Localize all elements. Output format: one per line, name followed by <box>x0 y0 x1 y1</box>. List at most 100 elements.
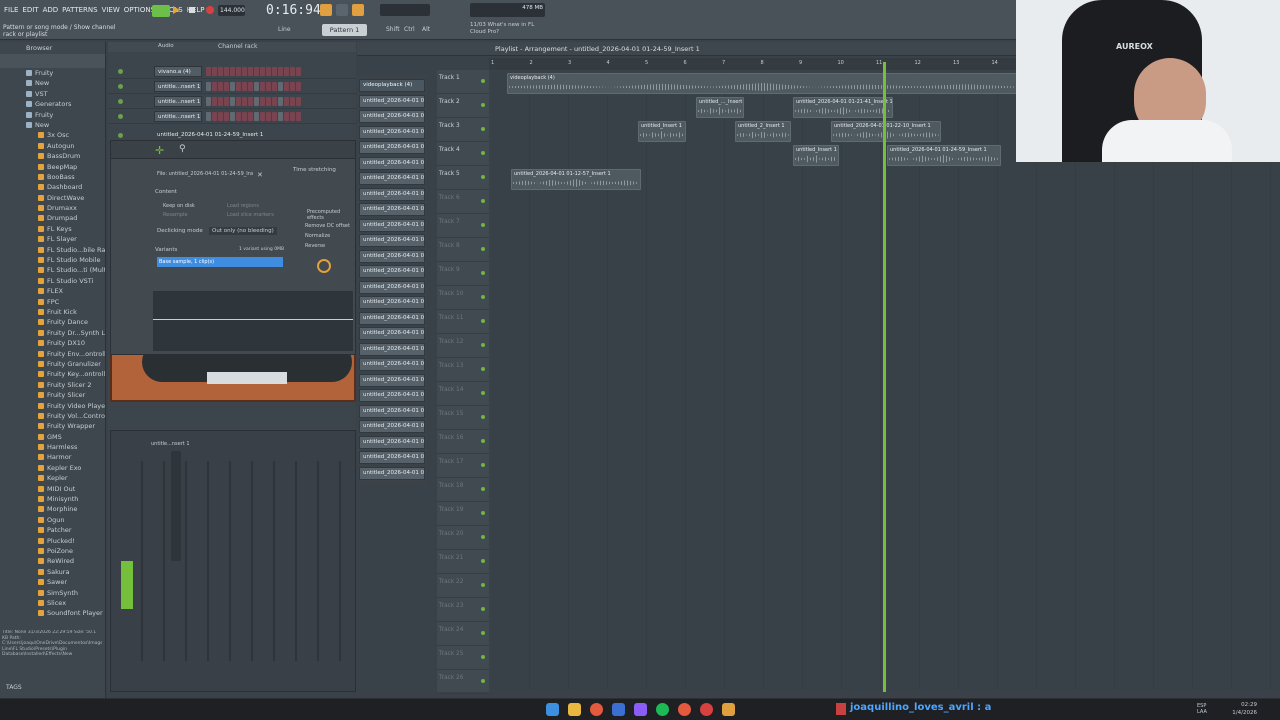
browser-plugin-item[interactable]: Fruity Slicer <box>0 390 105 400</box>
step-button[interactable] <box>290 112 295 121</box>
pattern-item[interactable]: untitled_2026-04-01 00- <box>359 141 425 154</box>
step-button[interactable] <box>224 67 229 76</box>
track-mute-led[interactable] <box>481 343 485 347</box>
browser-plugin-item[interactable]: Plucked! <box>0 536 105 546</box>
channel-name-button[interactable]: untitle...nsert 1 <box>154 96 202 107</box>
step-sequencer[interactable] <box>206 97 301 106</box>
step-button[interactable] <box>254 82 259 91</box>
pattern-item[interactable]: untitled_2026-04-01 01- <box>359 296 425 309</box>
step-button[interactable] <box>254 67 259 76</box>
discord-icon[interactable] <box>634 703 647 716</box>
step-sequencer[interactable] <box>206 82 301 91</box>
step-button[interactable] <box>284 97 289 106</box>
step-button[interactable] <box>230 112 235 121</box>
step-button[interactable] <box>272 67 277 76</box>
step-button[interactable] <box>242 112 247 121</box>
menu-edit[interactable]: EDIT <box>22 6 38 14</box>
step-button[interactable] <box>254 112 259 121</box>
browser-plugin-item[interactable]: Drumpad <box>0 213 105 223</box>
playhead-marker[interactable] <box>883 62 886 692</box>
pattern-item[interactable]: untitled_2026-04-01 01- <box>359 187 425 201</box>
news-panel[interactable]: 11/03 What's new in FL Cloud Pro? <box>470 22 540 36</box>
audio-clip[interactable]: untitled_2026-04-01 01-22-10_Insert 1 <box>831 121 941 142</box>
track-header[interactable]: Track 5 <box>437 166 489 190</box>
step-button[interactable] <box>206 82 211 91</box>
step-button[interactable] <box>206 97 211 106</box>
track-mute-led[interactable] <box>481 175 485 179</box>
browser-plugin-item[interactable]: BooBass <box>0 172 105 182</box>
step-button[interactable] <box>278 82 283 91</box>
track-mute-led[interactable] <box>481 583 485 587</box>
mixer-track-fader[interactable] <box>185 461 187 661</box>
remove-dc-option[interactable]: Remove DC offset <box>305 223 350 229</box>
browser-plugin-item[interactable]: Autogun <box>0 141 105 151</box>
track-mute-led[interactable] <box>481 487 485 491</box>
pattern-item[interactable]: untitled_2026-04-01 01- <box>359 404 425 418</box>
metronome-icon[interactable] <box>320 4 332 16</box>
track-mute-led[interactable] <box>481 199 485 203</box>
step-button[interactable] <box>260 67 265 76</box>
track-mute-led[interactable] <box>481 655 485 659</box>
track-header[interactable]: Track 9 <box>437 262 489 286</box>
browser-plugin-item[interactable]: Fruity Key...ontroller <box>0 369 105 379</box>
mixer-track-fader[interactable] <box>339 461 341 661</box>
track-header[interactable]: Track 22 <box>437 574 489 598</box>
mixer-track-fader[interactable] <box>317 461 319 661</box>
reverse-option[interactable]: Reverse <box>305 243 325 249</box>
track-mute-led[interactable] <box>481 679 485 683</box>
browser-plugin-item[interactable]: Ogun <box>0 515 105 525</box>
channel-row[interactable]: untitle...nsert 1 <box>108 94 356 109</box>
step-button[interactable] <box>242 82 247 91</box>
step-button[interactable] <box>218 97 223 106</box>
step-button[interactable] <box>230 82 235 91</box>
windows-start-icon[interactable] <box>546 703 559 716</box>
browser-plugin-item[interactable]: Fruit Kick <box>0 307 105 317</box>
pattern-item[interactable]: untitled_2026-04-01 01- <box>359 311 425 325</box>
step-button[interactable] <box>212 82 217 91</box>
pattern-item[interactable]: untitled_2026-04-01 01- <box>359 420 425 433</box>
clock-date[interactable]: 1/4/2026 <box>1225 710 1257 716</box>
step-button[interactable] <box>254 97 259 106</box>
file-explorer-icon[interactable] <box>568 703 581 716</box>
menu-file[interactable]: FILE <box>4 6 18 14</box>
obs-icon[interactable] <box>700 703 713 716</box>
browser-plugin-item[interactable]: ReWired <box>0 556 105 566</box>
browser-plugin-item[interactable]: Fruity Dance <box>0 317 105 327</box>
step-button[interactable] <box>248 112 253 121</box>
step-button[interactable] <box>218 112 223 121</box>
close-icon[interactable]: ✕ <box>257 171 263 179</box>
pattern-item[interactable]: untitled_2026-04-01 01- <box>359 218 425 232</box>
track-header[interactable]: Track 18 <box>437 478 489 502</box>
browser-plugin-item[interactable]: Fruity Video Player <box>0 401 105 411</box>
step-button[interactable] <box>236 67 241 76</box>
browser-plugin-item[interactable]: GMS <box>0 432 105 442</box>
audio-clip[interactable]: untitled_Insert 1 <box>793 145 839 166</box>
track-header[interactable]: Track 10 <box>437 286 489 310</box>
browser-plugin-item[interactable]: Harmless <box>0 442 105 452</box>
track-header[interactable]: Track 21 <box>437 550 489 574</box>
declicking-select[interactable]: Out only (no bleeding) <box>209 227 277 235</box>
track-header[interactable]: Track 7 <box>437 214 489 238</box>
browser-plugin-item[interactable]: 3x Osc <box>0 130 105 140</box>
channel-name-button[interactable]: vivano.a (4) <box>154 66 202 77</box>
pattern-item[interactable]: untitled_2026-04-01 01- <box>359 265 425 278</box>
browser-plugin-item[interactable]: Fruity Dr...Synth Live <box>0 328 105 338</box>
step-button[interactable] <box>242 97 247 106</box>
step-button[interactable] <box>224 97 229 106</box>
browser-plugin-item[interactable]: Fruity DX10 <box>0 338 105 348</box>
browser-folder[interactable]: Fruity <box>0 68 105 78</box>
step-button[interactable] <box>206 112 211 121</box>
track-mute-led[interactable] <box>481 559 485 563</box>
snap-select[interactable]: Line <box>278 26 291 33</box>
step-button[interactable] <box>230 67 235 76</box>
spotify-icon[interactable] <box>656 703 669 716</box>
mixer-track-fader[interactable] <box>295 461 297 661</box>
pattern-item[interactable]: untitled_2026-04-01 01- <box>359 249 425 263</box>
track-mute-led[interactable] <box>481 151 485 155</box>
audio-clip[interactable]: untitled_2026-04-01 01-24-59_Insert 1 <box>887 145 1001 166</box>
menu-add[interactable]: ADD <box>43 6 59 14</box>
channel-name-button[interactable]: untitle...nsert 1 <box>154 111 202 122</box>
browser-plugin-item[interactable]: FL Studio VSTi <box>0 276 105 286</box>
menu-patterns[interactable]: PATTERNS <box>62 6 97 14</box>
step-button[interactable] <box>212 112 217 121</box>
